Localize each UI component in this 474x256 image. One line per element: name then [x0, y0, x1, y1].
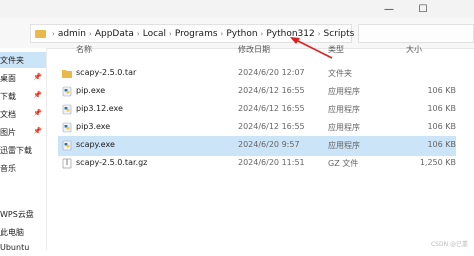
python-exe-icon: [62, 140, 72, 151]
file-type: 应用程序: [328, 141, 360, 150]
folder-icon: [62, 70, 72, 78]
file-type: 应用程序: [328, 105, 360, 114]
column-header-date[interactable]: 修改日期: [238, 44, 270, 58]
file-name: pip.exe: [76, 86, 106, 95]
file-type: 应用程序: [328, 87, 360, 96]
breadcrumb-admin[interactable]: admin: [58, 29, 86, 39]
python-exe-icon: [62, 122, 72, 133]
sidebar-item-label: 此电脑: [0, 228, 24, 237]
file-name: scapy-2.5.0.tar.gz: [76, 158, 148, 167]
python-exe-icon: [62, 86, 72, 97]
file-size: 1,250 KB: [419, 158, 456, 167]
breadcrumb: › admin › AppData › Local › Programs › P…: [49, 28, 363, 40]
title-bar: — ☐: [0, 0, 474, 18]
breadcrumb-appdata[interactable]: AppData: [95, 29, 134, 39]
breadcrumb-programs[interactable]: Programs: [175, 29, 218, 39]
sidebar-item-documents[interactable]: 文档 📌: [0, 106, 46, 122]
sidebar-item-label: 音乐: [0, 164, 16, 173]
file-size: 106 KB: [427, 104, 456, 113]
file-type: 文件夹: [328, 69, 352, 78]
breadcrumb-separator: ›: [52, 30, 55, 38]
minimize-button[interactable]: —: [372, 0, 406, 18]
breadcrumb-scripts[interactable]: Scripts: [324, 29, 355, 39]
sidebar-item-label: 下载: [0, 92, 16, 101]
file-row-selected[interactable]: scapy.exe 2024/6/20 9:57 应用程序 106 KB: [58, 136, 456, 156]
sidebar-item-wps-cloud[interactable]: WPS云盘: [0, 206, 46, 222]
pin-icon: 📌: [33, 73, 42, 81]
file-size: 106 KB: [427, 86, 456, 95]
breadcrumb-separator: ›: [89, 30, 92, 38]
sidebar-item-label: WPS云盘: [0, 210, 34, 219]
file-row[interactable]: pip.exe 2024/6/12 16:55 应用程序 106 KB: [58, 82, 456, 102]
sidebar-item-folder[interactable]: 文件夹: [0, 52, 46, 68]
pin-icon: 📌: [33, 91, 42, 99]
breadcrumb-python[interactable]: Python: [226, 29, 257, 39]
sidebar-item-music[interactable]: 音乐: [0, 160, 46, 176]
file-row[interactable]: scapy-2.5.0.tar 2024/6/20 12:07 文件夹: [58, 64, 456, 84]
sidebar-item-label: Ubuntu: [0, 243, 30, 252]
file-type: GZ 文件: [328, 159, 359, 168]
sidebar-item-pictures[interactable]: 图片 📌: [0, 124, 46, 140]
breadcrumb-separator: ›: [317, 30, 321, 38]
maximize-button[interactable]: ☐: [406, 0, 440, 18]
sidebar-item-downloads[interactable]: 下载 📌: [0, 88, 46, 104]
watermark-text: CSDN @已重: [430, 241, 468, 248]
file-name: pip3.exe: [76, 122, 111, 131]
file-row[interactable]: scapy-2.5.0.tar.gz 2024/6/20 11:51 GZ 文件…: [58, 154, 456, 174]
column-header-name[interactable]: 名称: [76, 44, 92, 58]
file-name: pip3.12.exe: [76, 104, 123, 113]
address-row: › admin › AppData › Local › Programs › P…: [0, 18, 474, 49]
search-input[interactable]: [358, 24, 474, 43]
archive-icon: [62, 158, 72, 169]
breadcrumb-separator: ›: [169, 30, 172, 38]
file-size: 106 KB: [427, 140, 456, 149]
pin-icon: 📌: [33, 127, 42, 135]
file-row[interactable]: pip3.12.exe 2024/6/12 16:55 应用程序 106 KB: [58, 100, 456, 120]
column-header-type[interactable]: 类型: [328, 44, 344, 58]
breadcrumb-python312[interactable]: Python312: [266, 29, 314, 39]
sidebar-item-label: 文档: [0, 110, 16, 119]
file-type: 应用程序: [328, 123, 360, 132]
python-exe-icon: [62, 104, 72, 115]
file-date: 2024/6/20 12:07: [238, 68, 305, 77]
file-date: 2024/6/20 11:51: [238, 158, 305, 167]
file-name: scapy-2.5.0.tar: [76, 68, 137, 77]
address-bar[interactable]: › admin › AppData › Local › Programs › P…: [30, 24, 360, 43]
breadcrumb-separator: ›: [260, 30, 264, 38]
breadcrumb-separator: ›: [136, 30, 140, 38]
pin-icon: 📌: [33, 109, 42, 117]
sidebar-item-label: 图片: [0, 128, 16, 137]
sidebar-item-label: 迅雷下载: [0, 146, 32, 155]
sidebar-item-thunder-downloads[interactable]: 迅雷下载: [0, 142, 46, 158]
column-header-size[interactable]: 大小: [406, 44, 422, 58]
file-size: 106 KB: [427, 122, 456, 131]
sidebar-item-label: 文件夹: [0, 56, 24, 65]
folder-icon: [35, 30, 46, 38]
sidebar-item-desktop[interactable]: 桌面 📌: [0, 70, 46, 86]
sidebar-item-this-pc[interactable]: 此电脑: [0, 224, 46, 240]
navigation-pane: 文件夹 桌面 📌 下载 📌 文档 📌 图片 📌 迅雷下载 音乐 WPS云盘 此电…: [0, 48, 47, 252]
file-date: 2024/6/12 16:55: [238, 122, 305, 131]
file-date: 2024/6/12 16:55: [238, 86, 305, 95]
breadcrumb-local[interactable]: Local: [143, 29, 166, 39]
file-date: 2024/6/12 16:55: [238, 104, 305, 113]
breadcrumb-separator: ›: [220, 30, 224, 38]
file-name: scapy.exe: [76, 140, 115, 149]
file-date: 2024/6/20 9:57: [238, 140, 300, 149]
sidebar-item-ubuntu[interactable]: Ubuntu: [0, 240, 46, 256]
file-row[interactable]: pip3.exe 2024/6/12 16:55 应用程序 106 KB: [58, 118, 456, 138]
sidebar-item-label: 桌面: [0, 74, 16, 83]
